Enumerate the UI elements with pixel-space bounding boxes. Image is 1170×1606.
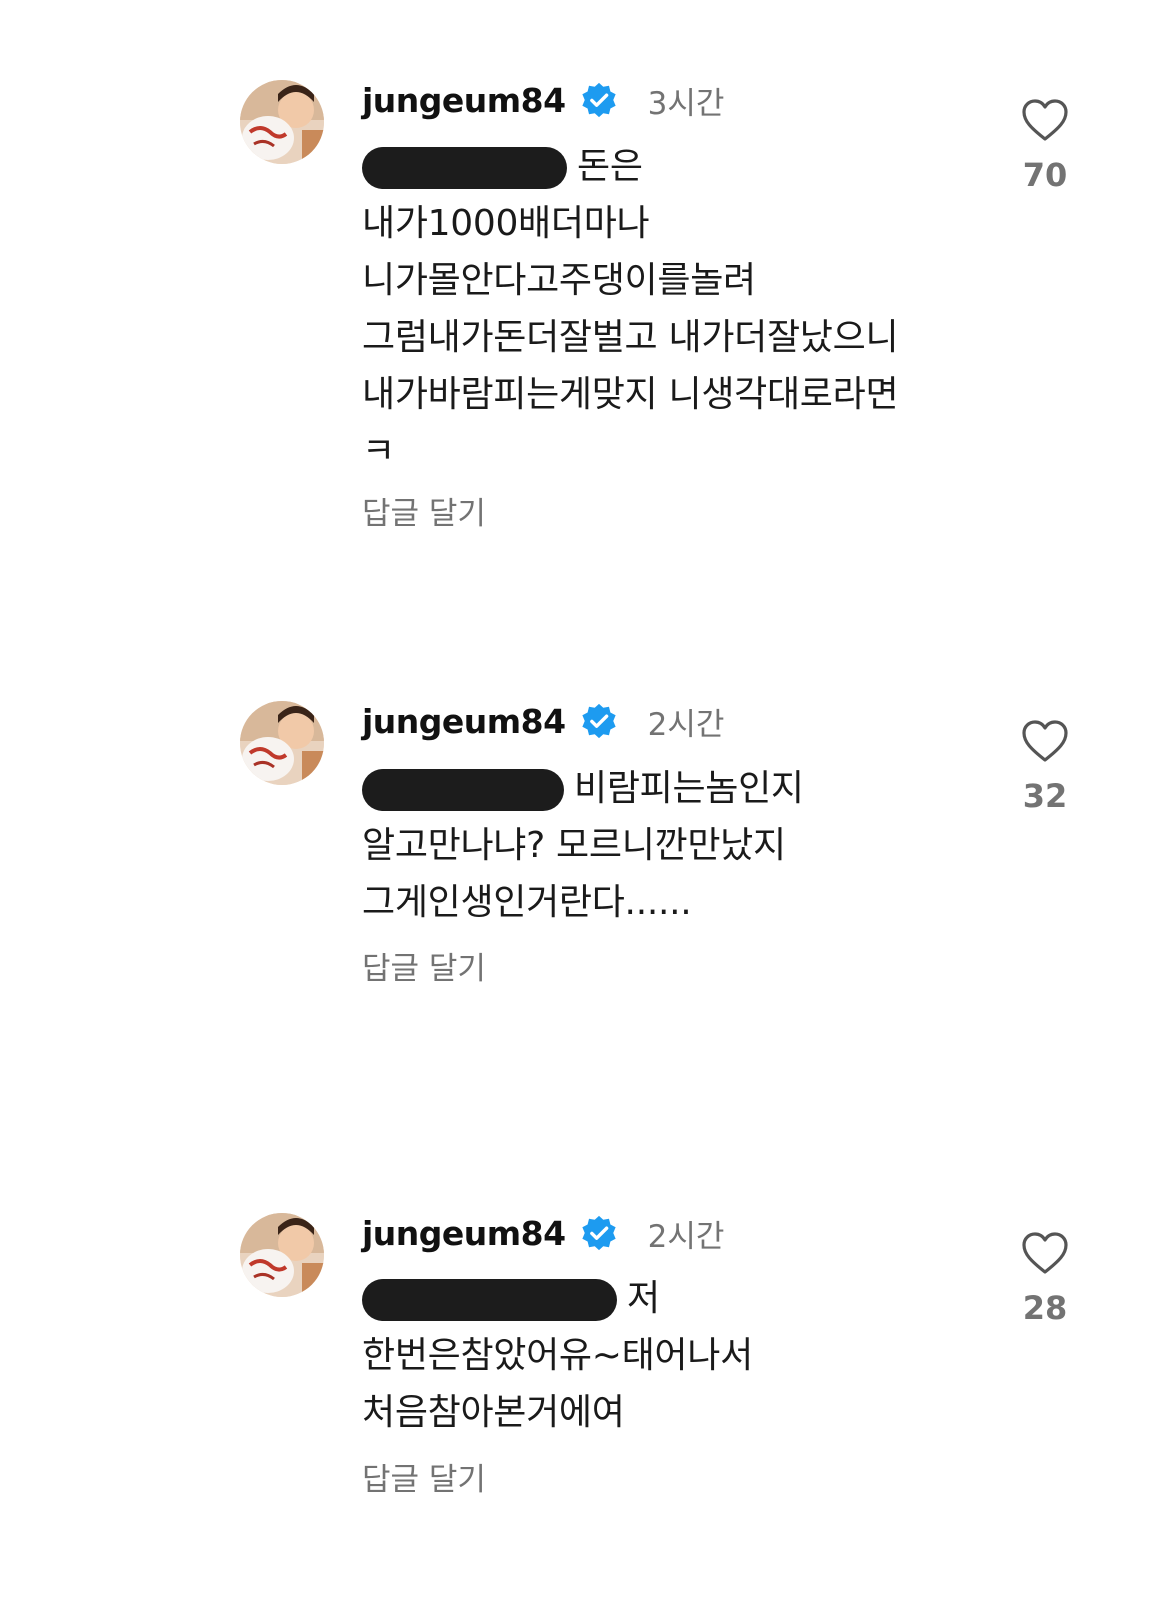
- like-button[interactable]: 32: [1015, 719, 1075, 815]
- redacted-mention: [362, 769, 564, 811]
- comment-line: 돈은: [577, 146, 643, 187]
- verified-badge-icon: [580, 81, 618, 119]
- like-button[interactable]: 70: [1015, 98, 1075, 194]
- comment-header: jungeum84 3시간: [362, 78, 724, 122]
- avatar[interactable]: [240, 701, 324, 785]
- comment-time: 2시간: [647, 1218, 725, 1255]
- username[interactable]: jungeum84: [362, 81, 566, 120]
- comment-text: 비람피는놈인지 알고만나냐? 모르니깐만났지 그게인생인거란다......: [362, 760, 982, 931]
- comment-line: 내가바람피는게맞지 니생각대로라면: [362, 374, 899, 415]
- like-count: 70: [1022, 156, 1068, 194]
- comment-line: 그럼내가돈더잘벌고 내가더잘났으니: [362, 317, 899, 358]
- comment-line: 저: [627, 1278, 660, 1319]
- heart-outline-icon: [1022, 720, 1068, 762]
- username[interactable]: jungeum84: [362, 702, 566, 741]
- comment-line: 내가1000배더마나: [362, 203, 650, 244]
- comment-time: 2시간: [647, 706, 725, 743]
- like-count: 32: [1022, 777, 1068, 815]
- comment-line: 그게인생인거란다......: [362, 882, 692, 923]
- comment-line: 니가몰안다고주댕이를놀려: [362, 260, 756, 301]
- comment-line: 비람피는놈인지: [574, 768, 804, 809]
- redacted-mention: [362, 147, 567, 189]
- comment-line: 알고만나냐? 모르니깐만났지: [362, 825, 786, 866]
- reply-button[interactable]: 답글 달기: [362, 943, 486, 988]
- heart-outline-icon: [1022, 1232, 1068, 1274]
- verified-badge-icon: [580, 702, 618, 740]
- comment-time: 3시간: [647, 85, 725, 122]
- comment-header: jungeum84 2시간: [362, 699, 724, 743]
- heart-outline-icon: [1022, 99, 1068, 141]
- username[interactable]: jungeum84: [362, 1214, 566, 1253]
- comment-line: 한번은참았어유~태어나서: [362, 1335, 753, 1376]
- like-button[interactable]: 28: [1015, 1231, 1075, 1327]
- comment-text: 저 한번은참았어유~태어나서 처음참아본거에여: [362, 1270, 982, 1441]
- reply-button[interactable]: 답글 달기: [362, 1454, 486, 1499]
- avatar[interactable]: [240, 80, 324, 164]
- like-count: 28: [1022, 1289, 1068, 1327]
- redacted-mention: [362, 1279, 617, 1321]
- avatar[interactable]: [240, 1213, 324, 1297]
- comment-header: jungeum84 2시간: [362, 1211, 724, 1255]
- comment-line: 처음참아본거에여: [362, 1392, 625, 1433]
- verified-badge-icon: [580, 1214, 618, 1252]
- comment-line: ㅋ: [362, 431, 395, 472]
- comment-text: 돈은 내가1000배더마나 니가몰안다고주댕이를놀려 그럼내가돈더잘벌고 내가더…: [362, 138, 982, 480]
- reply-button[interactable]: 답글 달기: [362, 488, 486, 533]
